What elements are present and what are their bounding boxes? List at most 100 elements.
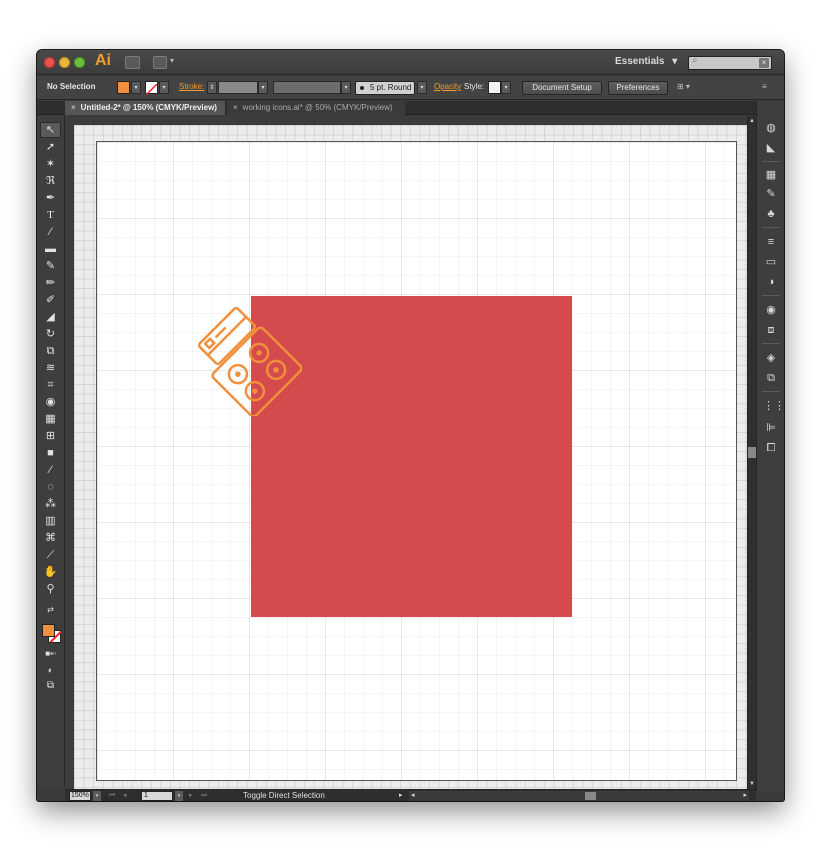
magic-wand-tool-icon[interactable]: ✶ xyxy=(40,156,61,172)
chevron-down-icon[interactable]: ▾ xyxy=(170,56,174,65)
perspective-grid-tool-icon[interactable]: ▦ xyxy=(40,411,61,427)
paintbrush-tool-icon[interactable]: ✎ xyxy=(40,258,61,274)
stroke-swatch[interactable] xyxy=(145,81,158,96)
artboard[interactable] xyxy=(96,141,737,781)
graphic-style-swatch[interactable] xyxy=(488,81,501,94)
style-dropdown[interactable]: ▾ xyxy=(501,81,511,94)
rectangle-tool-icon[interactable]: ▬ xyxy=(40,241,61,257)
close-window-button[interactable] xyxy=(44,57,55,68)
eyedropper-tool-icon[interactable]: ⁄ xyxy=(40,462,61,478)
pathfinder-panel-icon[interactable]: ⧠ xyxy=(763,441,779,455)
canvas-area[interactable] xyxy=(65,116,747,789)
pen-tool-icon[interactable]: ✒ xyxy=(40,190,61,206)
transform-panel-icon[interactable]: ⋮⋮ xyxy=(763,399,784,413)
close-tab-icon[interactable]: × xyxy=(233,103,238,112)
type-tool-icon[interactable]: T xyxy=(40,207,61,223)
close-tab-icon[interactable]: × xyxy=(71,103,76,112)
pencil-tool-icon[interactable]: ✏ xyxy=(40,275,61,291)
warp-tool-icon[interactable]: ≋ xyxy=(40,360,61,376)
drawing-mode-icon[interactable]: ◐ xyxy=(40,662,61,678)
horizontal-scroll-thumb[interactable] xyxy=(585,792,596,800)
horizontal-scrollbar[interactable]: ◂ ▸ xyxy=(409,791,749,801)
shape-builder-tool-icon[interactable]: ◉ xyxy=(40,394,61,410)
zoom-level-field[interactable]: 150% xyxy=(69,791,91,801)
pasteboard[interactable] xyxy=(74,125,747,789)
minimize-window-button[interactable] xyxy=(59,57,70,68)
rotate-tool-icon[interactable]: ↻ xyxy=(40,326,61,342)
lasso-tool-icon[interactable]: ℜ xyxy=(40,173,61,189)
variable-width-profile[interactable] xyxy=(273,81,341,94)
transparency-panel-icon[interactable]: ◑ xyxy=(763,275,779,289)
artboard-number-field[interactable]: 1 xyxy=(141,791,173,801)
stroke-dropdown[interactable]: ▾ xyxy=(159,81,169,94)
workspace-switcher[interactable]: Essentials ▾ xyxy=(615,56,677,67)
scroll-up-arrow-icon[interactable]: ▲ xyxy=(748,118,756,124)
mesh-tool-icon[interactable]: ⊞ xyxy=(40,428,61,444)
arrange-documents-icon[interactable] xyxy=(153,56,167,69)
symbol-sprayer-tool-icon[interactable]: ⁂ xyxy=(40,496,61,512)
horizontal-ruler[interactable] xyxy=(65,116,747,125)
align-panel-icon[interactable]: ⊫ xyxy=(763,421,779,435)
scroll-left-arrow-icon[interactable]: ◂ xyxy=(411,790,415,801)
last-artboard-icon[interactable]: ⏭ xyxy=(201,790,207,801)
screen-mode-icon[interactable]: ⧉ xyxy=(40,678,61,694)
tab-working-icons[interactable]: × working icons.ai* @ 50% (CMYK/Preview) xyxy=(227,101,405,115)
opacity-link[interactable]: Opacity xyxy=(434,82,461,91)
artboard-dropdown[interactable]: ▾ xyxy=(175,791,183,801)
fill-color-swatch[interactable] xyxy=(42,624,55,637)
graphic-styles-panel-icon[interactable]: ⧈ xyxy=(763,323,779,337)
status-menu-icon[interactable]: ▸ xyxy=(399,790,403,801)
zoom-window-button[interactable] xyxy=(74,57,85,68)
scroll-thumb[interactable] xyxy=(748,447,756,458)
zoom-tool-icon[interactable]: ⚲ xyxy=(40,581,61,597)
game-controller-icon[interactable] xyxy=(192,296,302,416)
hand-tool-icon[interactable]: ✋ xyxy=(40,564,61,580)
stroke-weight-dropdown[interactable]: ▾ xyxy=(258,81,268,94)
direct-selection-tool-icon[interactable]: ➚ xyxy=(40,139,61,155)
scroll-down-arrow-icon[interactable]: ▼ xyxy=(748,781,756,787)
clear-search-icon[interactable]: × xyxy=(759,58,769,68)
brush-definition[interactable]: 5 pt. Round xyxy=(355,81,415,95)
color-panel-icon[interactable]: ◍ xyxy=(763,121,779,135)
brush-dropdown[interactable]: ▾ xyxy=(417,81,427,94)
artboards-panel-icon[interactable]: ⧉ xyxy=(763,371,779,385)
color-mode-icons[interactable]: ■▪▫ xyxy=(40,646,61,662)
swatches-panel-icon[interactable]: ▦ xyxy=(763,168,779,182)
line-tool-icon[interactable]: ⁄ xyxy=(40,224,61,240)
previous-artboard-icon[interactable]: ◂ xyxy=(123,790,127,801)
slice-tool-icon[interactable]: ⟋ xyxy=(40,547,61,563)
symbols-panel-icon[interactable]: ♣ xyxy=(763,207,779,221)
bridge-icon[interactable] xyxy=(125,56,140,69)
align-options-icon[interactable]: ⊞ ▾ xyxy=(677,82,690,91)
selection-tool-icon[interactable]: ↖ xyxy=(40,122,61,138)
stroke-panel-link[interactable]: Stroke: xyxy=(179,82,204,91)
color-guide-panel-icon[interactable]: ◣ xyxy=(763,141,779,155)
stroke-weight-field[interactable] xyxy=(218,81,258,94)
layers-panel-icon[interactable]: ◈ xyxy=(763,351,779,365)
document-setup-button[interactable]: Document Setup xyxy=(522,81,602,95)
brushes-panel-icon[interactable]: ✎ xyxy=(763,187,779,201)
column-graph-tool-icon[interactable]: ▥ xyxy=(40,513,61,529)
scroll-right-arrow-icon[interactable]: ▸ xyxy=(743,790,747,801)
vertical-scrollbar[interactable]: ▲ ▼ xyxy=(747,116,756,789)
gradient-tool-icon[interactable]: ■ xyxy=(40,445,61,461)
first-artboard-icon[interactable]: ⏮ xyxy=(109,790,115,801)
blob-brush-tool-icon[interactable]: ✐ xyxy=(40,292,61,308)
preferences-button[interactable]: Preferences xyxy=(608,81,668,95)
scale-tool-icon[interactable]: ⧉ xyxy=(40,343,61,359)
next-artboard-icon[interactable]: ▸ xyxy=(189,790,193,801)
search-input[interactable]: ⌕ × xyxy=(688,55,772,70)
swap-fill-stroke-icon[interactable]: ⇄ xyxy=(40,602,61,618)
panel-menu-icon[interactable]: ≡ xyxy=(762,82,767,91)
artboard-tool-icon[interactable]: ⌘ xyxy=(40,530,61,546)
fill-dropdown[interactable]: ▾ xyxy=(131,81,141,94)
zoom-dropdown[interactable]: ▾ xyxy=(93,791,101,801)
profile-dropdown[interactable]: ▾ xyxy=(341,81,351,94)
appearance-panel-icon[interactable]: ◉ xyxy=(763,303,779,317)
blend-tool-icon[interactable]: ◌ xyxy=(40,479,61,495)
fill-swatch[interactable] xyxy=(117,81,130,94)
tab-untitled-2[interactable]: × Untitled-2* @ 150% (CMYK/Preview) xyxy=(65,101,225,115)
stroke-panel-icon[interactable]: ≡ xyxy=(763,235,779,249)
vertical-ruler[interactable] xyxy=(65,116,74,789)
gradient-panel-icon[interactable]: ▭ xyxy=(763,255,779,269)
